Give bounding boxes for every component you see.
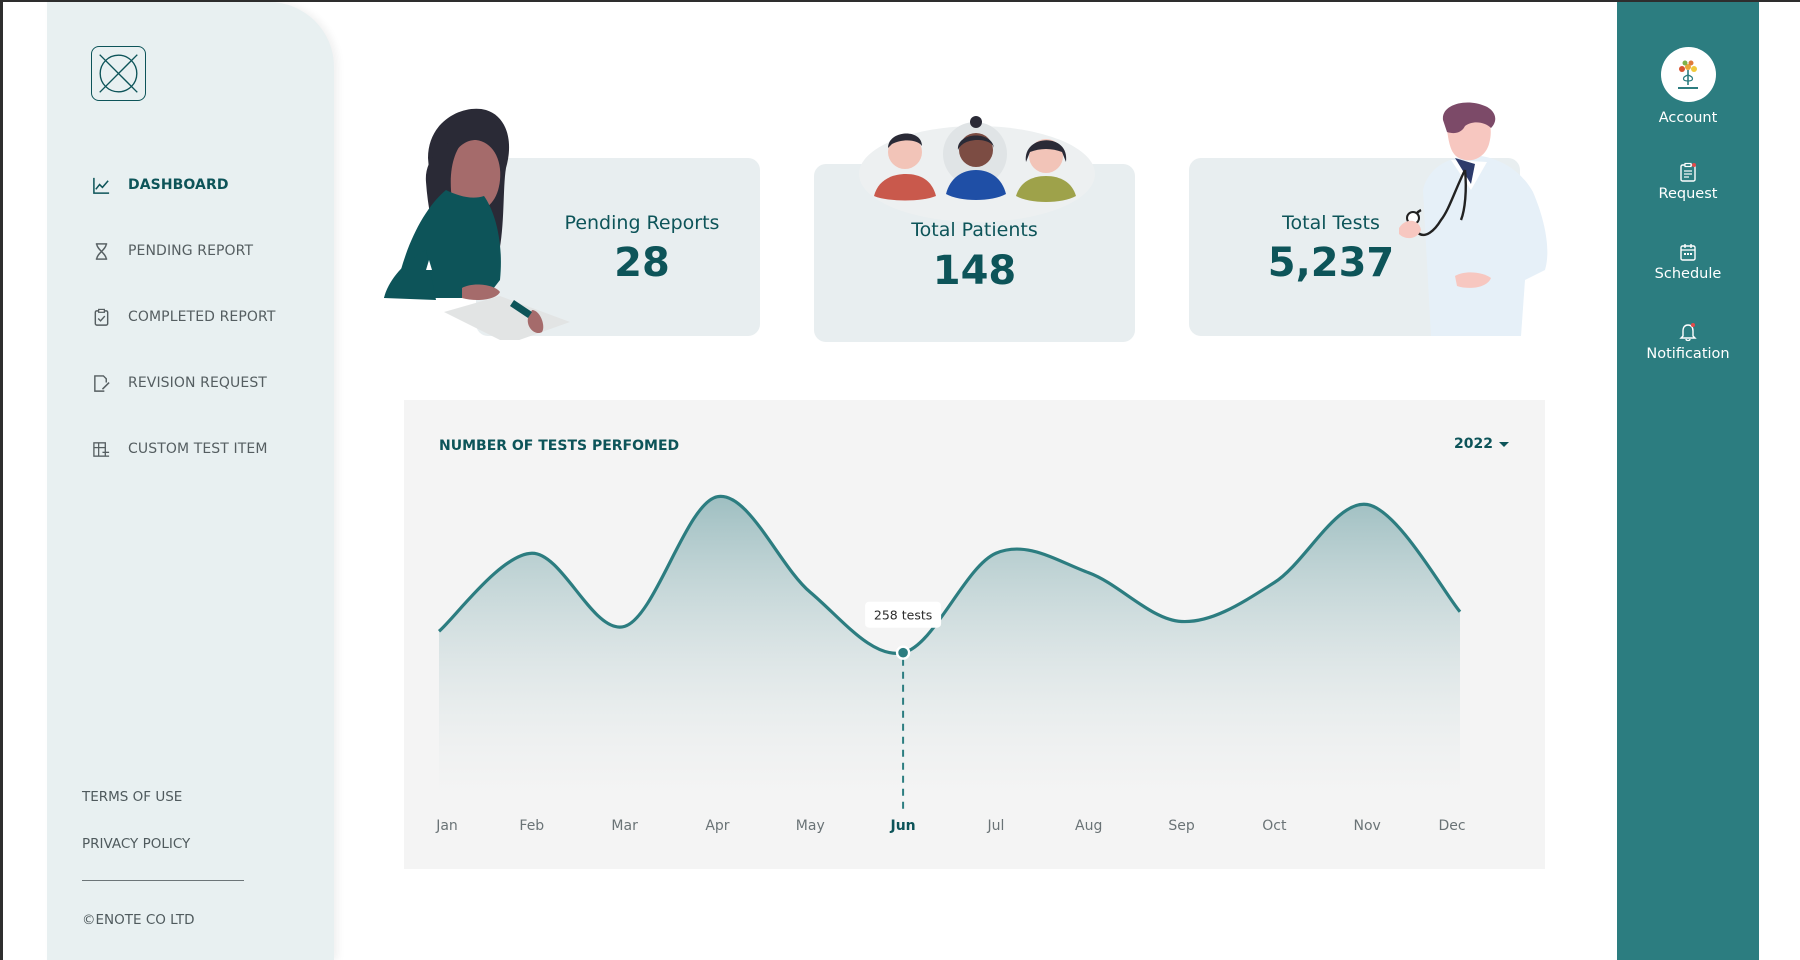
- sidebar-item-revision-request[interactable]: REVISION REQUEST: [91, 350, 276, 416]
- sidebar-item-completed-report[interactable]: COMPLETED REPORT: [91, 284, 276, 350]
- notification-label: Notification: [1646, 346, 1730, 362]
- app-logo[interactable]: [91, 46, 146, 101]
- sidebar-item-label: REVISION REQUEST: [128, 375, 267, 391]
- x-tick-label: Oct: [1262, 818, 1287, 834]
- account-avatar: [1660, 47, 1716, 102]
- custom-item-icon: [91, 439, 111, 459]
- tests-area-chart: 258 tests Jan Feb Mar Apr May Jun Jul Aug Sep Oct…: [435, 495, 1466, 834]
- sidebar-item-label: DASHBOARD: [128, 177, 229, 193]
- schedule-label: Schedule: [1654, 266, 1722, 282]
- year-dropdown[interactable]: 2022: [1454, 436, 1509, 452]
- sidebar-item-label: PENDING REPORT: [128, 243, 254, 259]
- hourglass-icon: [91, 241, 111, 261]
- sidebar-item-pending-report[interactable]: PENDING REPORT: [91, 218, 276, 284]
- clipboard-check-icon: [91, 307, 111, 327]
- schedule-button[interactable]: Schedule: [1617, 242, 1759, 282]
- patients-group-illustration: [859, 116, 1095, 222]
- year-dropdown-value: 2022: [1454, 436, 1493, 452]
- request-label: Request: [1658, 186, 1718, 202]
- privacy-policy-link[interactable]: PRIVACY POLICY: [82, 836, 190, 852]
- x-tick-label: Feb: [519, 818, 544, 834]
- sidebar-nav: DASHBOARD PENDING REPORT COMPLETED REPOR…: [91, 152, 276, 482]
- footer-divider: [82, 880, 244, 881]
- caret-down-icon: [1499, 441, 1509, 447]
- request-button[interactable]: Request: [1617, 162, 1759, 202]
- x-tick-label: Nov: [1354, 818, 1381, 834]
- x-tick-label: Apr: [705, 818, 729, 834]
- x-tick-label: Mar: [611, 818, 638, 834]
- x-tick-label: Aug: [1075, 818, 1102, 834]
- right-toolbar: Account Request Schedule Notification: [1617, 2, 1759, 960]
- copyright-text: ©ENOTE CO LTD: [82, 912, 195, 928]
- woman-reading-illustration: [384, 108, 570, 340]
- x-tick-label: Dec: [1438, 818, 1465, 834]
- chart-area-fill: [439, 496, 1460, 798]
- x-tick-label: May: [796, 818, 825, 834]
- tests-chart-panel: 258 tests Jan Feb Mar Apr May Jun Jul Aug Sep Oct…: [404, 400, 1545, 869]
- terms-of-use-link[interactable]: TERMS OF USE: [82, 789, 182, 805]
- notification-button[interactable]: Notification: [1617, 322, 1759, 362]
- sidebar-item-label: COMPLETED REPORT: [128, 309, 276, 325]
- chart-tooltip: 258 tests: [865, 601, 942, 628]
- x-tick-label: Jul: [986, 818, 1004, 834]
- x-tick-label: Jan: [435, 818, 458, 834]
- sidebar: DASHBOARD PENDING REPORT COMPLETED REPOR…: [47, 2, 334, 960]
- document-edit-icon: [91, 373, 111, 393]
- flower-logo-icon: [1678, 60, 1698, 89]
- total-patients-label: Total Patients: [911, 219, 1038, 241]
- doctor-illustration: [1399, 102, 1548, 336]
- highlight-point[interactable]: [895, 645, 911, 660]
- tooltip-text: 258 tests: [874, 608, 932, 623]
- account-button[interactable]: Account: [1617, 47, 1759, 126]
- logo-icon: [99, 54, 138, 93]
- account-label: Account: [1658, 110, 1718, 126]
- total-patients-value: 148: [932, 248, 1017, 294]
- x-axis-labels: Jan Feb Mar Apr May Jun Jul Aug Sep Oct Nov Dec: [435, 818, 1465, 834]
- request-clipboard-icon: [1680, 162, 1696, 182]
- line-chart-icon: [91, 175, 111, 195]
- bell-icon: [1679, 323, 1697, 342]
- x-tick-label: Sep: [1168, 818, 1195, 834]
- sidebar-item-custom-test-item[interactable]: CUSTOM TEST ITEM: [91, 416, 276, 482]
- chart-title: NUMBER OF TESTS PERFOMED: [439, 438, 680, 454]
- sidebar-item-label: CUSTOM TEST ITEM: [128, 441, 268, 457]
- calendar-icon: [1680, 244, 1696, 261]
- sidebar-item-dashboard[interactable]: DASHBOARD: [91, 152, 276, 218]
- x-tick-label: Jun: [890, 818, 916, 834]
